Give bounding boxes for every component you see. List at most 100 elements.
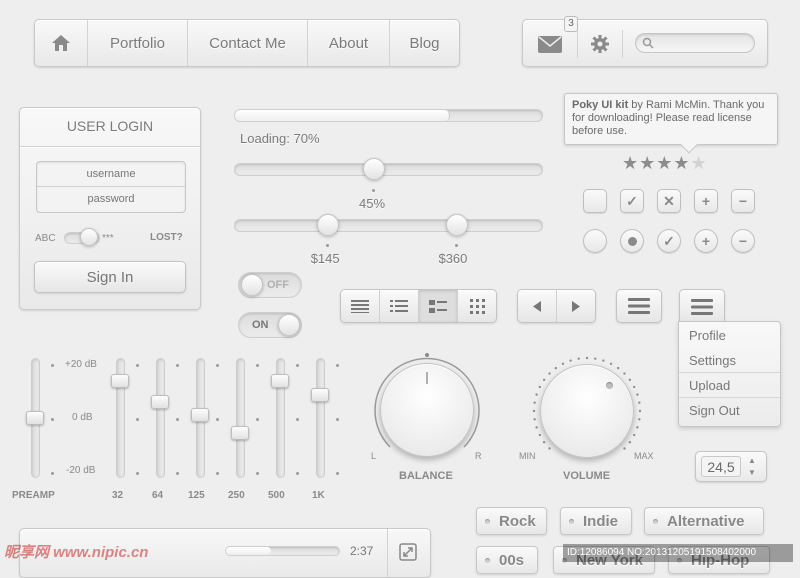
show-password-toggle[interactable] xyxy=(64,228,100,246)
eq-band-32-handle[interactable] xyxy=(111,373,129,388)
tag-00s[interactable]: 00s xyxy=(476,546,538,574)
password-field[interactable]: password xyxy=(37,187,185,212)
switch-on[interactable]: ON xyxy=(238,312,302,338)
volume-scale-dot xyxy=(533,418,536,421)
volume-scale-dot xyxy=(535,426,538,429)
checkbox-checked[interactable]: ✓ xyxy=(620,189,644,213)
checkbox-crossed[interactable]: ✕ xyxy=(657,189,681,213)
plus-icon: + xyxy=(701,233,711,249)
view-list-detail[interactable] xyxy=(380,290,419,322)
eq-band-250-handle[interactable] xyxy=(231,425,249,440)
thumb-list-icon xyxy=(429,299,447,313)
tag-alternative[interactable]: Alternative xyxy=(644,507,764,535)
eq-band-500-scale-dot xyxy=(296,364,299,367)
nav-item-contact[interactable]: Contact Me xyxy=(187,20,307,66)
search-input[interactable] xyxy=(635,33,755,53)
eq-band-64-scale-dot xyxy=(176,472,179,475)
eq-band-125-handle[interactable] xyxy=(191,407,209,422)
db-label-bottom: -20 dB xyxy=(66,465,96,476)
star-filled-icon[interactable]: ★ xyxy=(656,153,672,174)
volume-scale-dot xyxy=(542,440,546,444)
stepper-up[interactable]: ▲ xyxy=(748,456,756,465)
volume-scale-dot xyxy=(609,362,613,365)
star-empty-icon[interactable]: ★ xyxy=(691,153,707,174)
expand-icon xyxy=(399,543,417,561)
eq-band-250-scale-dot xyxy=(256,418,259,421)
star-filled-icon[interactable]: ★ xyxy=(622,153,638,174)
eq-band-64-handle[interactable] xyxy=(151,395,169,410)
settings-button[interactable] xyxy=(577,30,623,58)
volume-scale-dot xyxy=(532,409,536,413)
eq-band-64-track[interactable] xyxy=(156,358,165,478)
dropdown-toggle[interactable] xyxy=(679,289,725,323)
percent-slider[interactable] xyxy=(234,158,543,180)
balance-knob[interactable] xyxy=(372,353,482,465)
star-filled-icon[interactable]: ★ xyxy=(639,153,655,174)
star-filled-icon[interactable]: ★ xyxy=(673,153,689,174)
menu-item-upload[interactable]: Upload xyxy=(679,373,780,398)
sign-in-button[interactable]: Sign In xyxy=(34,261,186,293)
list-detail-icon xyxy=(390,299,408,312)
nav-item-portfolio[interactable]: Portfolio xyxy=(87,20,187,66)
number-stepper[interactable]: 24,5 ▲ ▼ xyxy=(695,451,767,482)
next-button[interactable] xyxy=(557,290,595,322)
db-label-mid: 0 dB xyxy=(72,412,93,423)
menu-item-signout[interactable]: Sign Out xyxy=(679,398,780,423)
switch-off[interactable]: OFF xyxy=(238,272,302,298)
preamp-fader-handle[interactable] xyxy=(26,411,44,425)
view-thumb-list[interactable] xyxy=(419,290,458,322)
tag-indie[interactable]: Indie xyxy=(560,507,632,535)
menu-item-profile[interactable]: Profile xyxy=(679,323,780,348)
range-min-pointer xyxy=(325,244,329,247)
player-progress[interactable] xyxy=(225,546,340,556)
nav-item-about[interactable]: About xyxy=(307,20,389,66)
range-max-handle[interactable] xyxy=(446,214,469,236)
radio-empty[interactable] xyxy=(583,229,607,253)
checkbox-plus[interactable]: + xyxy=(694,189,718,213)
watermark-right: ID:12086094 NO:20131205191508402000 xyxy=(563,544,793,562)
eq-band-250-scale-dot xyxy=(256,472,259,475)
menu-item-settings[interactable]: Settings xyxy=(679,348,780,373)
eq-band-1K-track[interactable] xyxy=(316,358,325,478)
radio-plus[interactable]: + xyxy=(694,229,718,253)
home-button[interactable] xyxy=(35,20,87,66)
eq-band-1K-scale-dot xyxy=(336,364,339,367)
range-min-handle[interactable] xyxy=(316,214,339,236)
mail-badge: 3 xyxy=(564,16,578,32)
mail-button[interactable] xyxy=(535,32,565,56)
checkbox-minus[interactable]: − xyxy=(731,189,755,213)
checkbox-empty[interactable] xyxy=(583,189,607,213)
prev-button[interactable] xyxy=(518,290,557,322)
radio-minus[interactable]: − xyxy=(731,229,755,253)
progress-fill xyxy=(235,110,450,121)
minus-icon: − xyxy=(738,233,748,249)
volume-scale-dot xyxy=(633,433,636,437)
view-list-large[interactable] xyxy=(341,290,380,322)
radio-selected[interactable] xyxy=(620,229,644,253)
price-range-slider[interactable] xyxy=(234,214,543,236)
arrow-left-icon xyxy=(533,300,541,312)
eq-band-32-scale-dot xyxy=(136,418,139,421)
radio-checked[interactable]: ✓ xyxy=(657,229,681,253)
fullscreen-button[interactable] xyxy=(398,542,418,562)
volume-knob[interactable] xyxy=(531,355,643,467)
eq-band-500-handle[interactable] xyxy=(271,373,289,388)
stepper-value[interactable]: 24,5 xyxy=(701,456,741,477)
eq-band-1K-handle[interactable] xyxy=(311,387,329,402)
slider-handle[interactable] xyxy=(363,158,386,180)
stepper-down[interactable]: ▼ xyxy=(748,468,756,477)
tag-rock[interactable]: Rock xyxy=(476,507,547,535)
balance-top-dot xyxy=(425,353,429,357)
login-divider xyxy=(20,146,200,148)
nav-item-blog[interactable]: Blog xyxy=(389,20,459,66)
volume-scale-dot xyxy=(602,359,605,362)
eq-band-250-track[interactable] xyxy=(236,358,245,478)
menu-button[interactable] xyxy=(616,289,662,323)
hamburger-icon xyxy=(628,298,650,314)
username-field[interactable]: username xyxy=(37,162,185,187)
volume-scale-dot xyxy=(538,385,541,389)
star-rating[interactable]: ★ ★ ★ ★ ★ xyxy=(622,153,707,174)
volume-scale-dot xyxy=(594,357,597,360)
view-grid[interactable] xyxy=(458,290,496,322)
lost-password-link[interactable]: LOST? xyxy=(150,232,183,243)
